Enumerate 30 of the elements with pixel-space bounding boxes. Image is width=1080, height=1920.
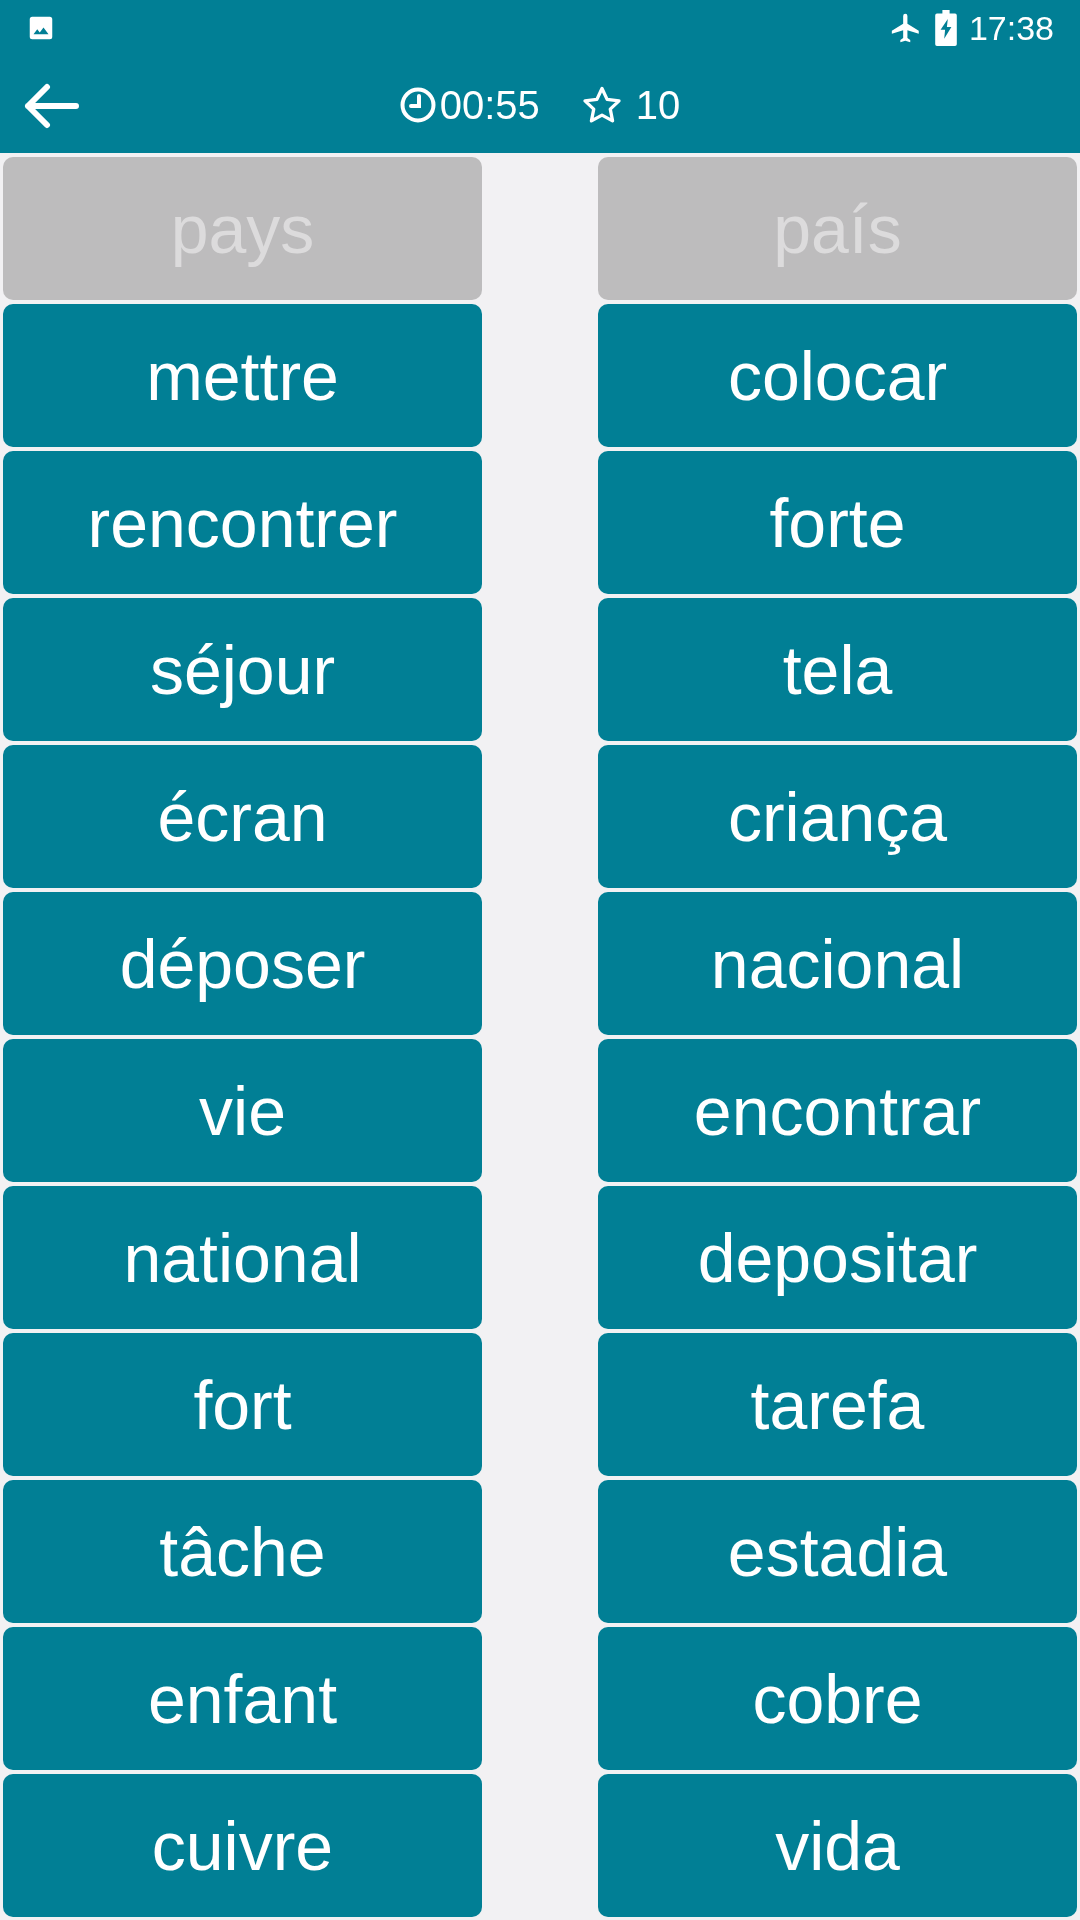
word-card[interactable]: tâche bbox=[3, 1480, 482, 1623]
word-card[interactable]: déposer bbox=[3, 892, 482, 1035]
back-arrow-icon bbox=[23, 83, 79, 129]
star-icon bbox=[581, 85, 622, 124]
word-card[interactable]: tela bbox=[598, 598, 1077, 741]
battery-charging-icon bbox=[934, 10, 957, 46]
back-button[interactable] bbox=[22, 82, 80, 130]
word-card[interactable]: vie bbox=[3, 1039, 482, 1182]
word-card[interactable]: colocar bbox=[598, 304, 1077, 447]
word-card[interactable]: depositar bbox=[598, 1186, 1077, 1329]
timer-text: 00:55 bbox=[439, 84, 540, 125]
word-card[interactable]: rencontrer bbox=[3, 451, 482, 594]
word-card[interactable]: fort bbox=[3, 1333, 482, 1476]
word-card[interactable]: séjour bbox=[3, 598, 482, 741]
word-card[interactable]: encontrar bbox=[598, 1039, 1077, 1182]
word-card[interactable]: estadia bbox=[598, 1480, 1077, 1623]
clock-icon bbox=[399, 86, 436, 123]
status-time: 17:38 bbox=[968, 11, 1054, 45]
word-card[interactable]: mettre bbox=[3, 304, 482, 447]
word-card[interactable]: nacional bbox=[598, 892, 1077, 1035]
word-card[interactable]: tarefa bbox=[598, 1333, 1077, 1476]
word-card[interactable]: écran bbox=[3, 745, 482, 888]
word-card[interactable]: forte bbox=[598, 451, 1077, 594]
word-card[interactable]: vida bbox=[598, 1774, 1077, 1917]
word-card[interactable]: cuivre bbox=[3, 1774, 482, 1917]
word-card[interactable]: national bbox=[3, 1186, 482, 1329]
word-card[interactable]: enfant bbox=[3, 1627, 482, 1770]
word-card[interactable]: cobre bbox=[598, 1627, 1077, 1770]
score-text: 10 bbox=[635, 84, 681, 125]
word-card[interactable]: criança bbox=[598, 745, 1077, 888]
